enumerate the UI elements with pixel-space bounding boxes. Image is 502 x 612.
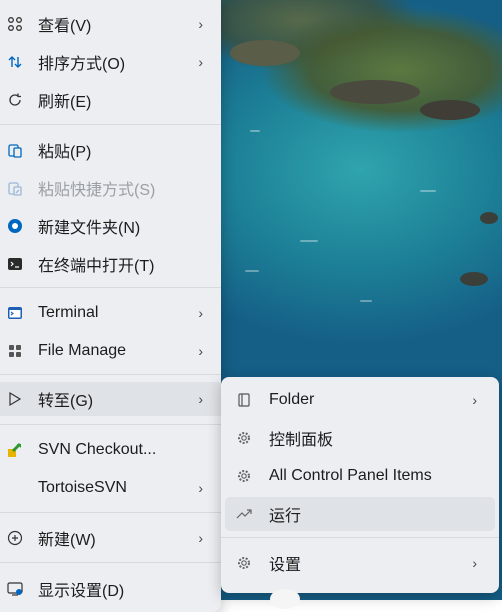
submenu-item-settings[interactable]: 设置 › — [225, 546, 495, 580]
goto-submenu: Folder › 控制面板 All Control Panel Items 运行… — [221, 377, 499, 593]
svn-checkout-icon — [6, 441, 24, 459]
submenu-item-label: 运行 — [269, 508, 302, 525]
paste-icon — [6, 141, 24, 159]
menu-item-open-in-terminal[interactable]: 在终端中打开(T) — [0, 247, 221, 281]
menu-separator — [221, 537, 499, 538]
menu-item-file-manage[interactable]: File Manage › — [0, 334, 221, 368]
menu-item-paste-shortcut[interactable]: 粘贴快捷方式(S) — [0, 171, 221, 205]
desktop-context-menu: 查看(V) › 排序方式(O) › 刷新(E) 粘贴(P) 粘贴快捷方式(S) … — [0, 0, 221, 612]
menu-separator — [0, 287, 221, 288]
submenu-item-label: All Control Panel Items — [269, 467, 432, 484]
folder-icon — [235, 391, 253, 409]
menu-item-tortoisesvn[interactable]: TortoiseSVN › — [0, 471, 221, 505]
menu-item-label: File Manage — [38, 342, 127, 359]
menu-item-label: 新建(W) — [38, 532, 96, 549]
refresh-icon — [6, 91, 24, 109]
chevron-right-icon: › — [198, 343, 203, 359]
menu-item-svn-checkout[interactable]: SVN Checkout... — [0, 433, 221, 467]
submenu-item-run[interactable]: 运行 — [225, 497, 495, 531]
new-icon — [6, 529, 24, 547]
menu-item-label: 粘贴(P) — [38, 144, 92, 161]
menu-item-paste[interactable]: 粘贴(P) — [0, 133, 221, 167]
menu-separator — [0, 374, 221, 375]
submenu-item-label: Folder — [269, 391, 315, 408]
chevron-right-icon: › — [198, 305, 203, 321]
submenu-item-label: 设置 — [269, 557, 302, 574]
terminal-icon — [6, 255, 24, 273]
menu-item-label: 新建文件夹(N) — [38, 220, 141, 237]
menu-item-label: 显示设置(D) — [38, 583, 125, 600]
submenu-item-folder[interactable]: Folder › — [225, 383, 495, 417]
menu-item-view[interactable]: 查看(V) › — [0, 7, 221, 41]
menu-item-label: SVN Checkout... — [38, 441, 157, 458]
menu-item-refresh[interactable]: 刷新(E) — [0, 83, 221, 117]
new-folder-icon — [6, 217, 24, 235]
windows-terminal-icon — [6, 304, 24, 322]
display-settings-icon — [6, 580, 24, 598]
file-manage-icon — [6, 342, 24, 360]
menu-separator — [0, 562, 221, 563]
chevron-right-icon: › — [198, 480, 203, 496]
chevron-right-icon: › — [198, 530, 203, 546]
menu-item-label: Terminal — [38, 304, 99, 321]
gear-icon — [235, 467, 253, 485]
menu-item-new-folder[interactable]: 新建文件夹(N) — [0, 209, 221, 243]
menu-item-display-settings[interactable]: 显示设置(D) — [0, 572, 221, 606]
chevron-right-icon: › — [472, 392, 477, 408]
goto-icon — [6, 390, 24, 408]
chevron-right-icon: › — [198, 391, 203, 407]
menu-separator — [0, 124, 221, 125]
desktop-icon-partial[interactable] — [270, 589, 300, 609]
menu-item-label: TortoiseSVN — [38, 479, 127, 496]
menu-item-terminal[interactable]: Terminal › — [0, 296, 221, 330]
menu-item-label: 在终端中打开(T) — [38, 258, 155, 275]
menu-item-label: 刷新(E) — [38, 94, 92, 111]
paste-shortcut-icon — [6, 179, 24, 197]
chevron-right-icon: › — [198, 16, 203, 32]
sort-icon — [6, 53, 24, 71]
menu-item-label: 查看(V) — [38, 18, 92, 35]
chevron-right-icon: › — [198, 54, 203, 70]
menu-item-new[interactable]: 新建(W) › — [0, 521, 221, 555]
grid-view-icon — [6, 15, 24, 33]
gear-icon — [235, 429, 253, 447]
menu-separator — [0, 512, 221, 513]
submenu-item-all-control-panel-items[interactable]: All Control Panel Items — [225, 459, 495, 493]
menu-item-label: 转至(G) — [38, 393, 94, 410]
run-icon — [235, 505, 253, 523]
submenu-item-control-panel[interactable]: 控制面板 — [225, 421, 495, 455]
menu-item-label: 排序方式(O) — [38, 56, 126, 73]
gear-icon — [235, 554, 253, 572]
menu-separator — [0, 424, 221, 425]
menu-item-sort-by[interactable]: 排序方式(O) › — [0, 45, 221, 79]
menu-item-goto[interactable]: 转至(G) › — [0, 382, 221, 416]
chevron-right-icon: › — [472, 555, 477, 571]
menu-item-label: 粘贴快捷方式(S) — [38, 182, 156, 199]
submenu-item-label: 控制面板 — [269, 432, 334, 449]
